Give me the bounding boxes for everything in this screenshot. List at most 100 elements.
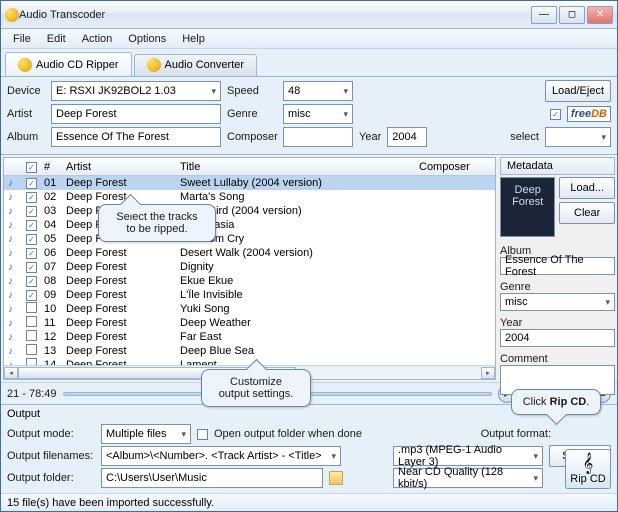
tab-cd-ripper[interactable]: Audio CD Ripper xyxy=(5,52,132,76)
year-field[interactable]: 2004 xyxy=(387,127,427,147)
music-note-icon: ♪ xyxy=(8,220,13,231)
track-title: Sweet Lullaby (2004 version) xyxy=(176,177,415,189)
menu-help[interactable]: Help xyxy=(174,31,213,47)
meta-genre-label: Genre xyxy=(500,281,615,293)
music-note-icon: ♪ xyxy=(8,248,13,259)
menu-options[interactable]: Options xyxy=(120,31,174,47)
col-artist[interactable]: Artist xyxy=(62,161,176,173)
track-check[interactable]: ✓ xyxy=(26,192,37,203)
converter-icon xyxy=(147,58,161,72)
track-num: 06 xyxy=(40,247,62,259)
table-row[interactable]: ♪12Deep ForestFar East xyxy=(4,330,495,344)
music-note-icon: ♪ xyxy=(8,304,13,315)
track-check[interactable] xyxy=(26,344,37,355)
col-num[interactable]: # xyxy=(40,161,62,173)
col-title[interactable]: Title xyxy=(176,161,415,173)
speed-combo[interactable]: 48 xyxy=(283,81,353,101)
clear-metadata-button[interactable]: Clear xyxy=(559,202,615,224)
tab-converter[interactable]: Audio Converter xyxy=(134,54,258,76)
table-row[interactable]: ♪13Deep ForestDeep Blue Sea xyxy=(4,344,495,358)
track-check[interactable]: ✓ xyxy=(26,234,37,245)
select-label: select xyxy=(510,131,539,143)
track-num: 07 xyxy=(40,261,62,273)
close-button[interactable]: ✕ xyxy=(587,6,613,24)
output-panel: Customize output settings. Click Rip CD.… xyxy=(1,404,617,493)
table-row[interactable]: ♪✓05Deep ForestFreedom Cry xyxy=(4,232,495,246)
quality-combo[interactable]: Near CD Quality (128 kbit/s) xyxy=(393,468,543,488)
meta-album-field[interactable]: Essence Of The Forest xyxy=(500,257,615,275)
scroll-left-icon[interactable]: ◂ xyxy=(4,367,18,379)
track-check[interactable]: ✓ xyxy=(26,178,37,189)
track-check[interactable]: ✓ xyxy=(26,290,37,301)
track-title: Dignity xyxy=(176,261,415,273)
table-row[interactable]: ♪✓04Deep ForestAnasthasia xyxy=(4,218,495,232)
speed-label: Speed xyxy=(227,85,277,97)
menu-edit[interactable]: Edit xyxy=(39,31,74,47)
track-artist: Deep Forest xyxy=(62,247,176,259)
track-artist: Deep Forest xyxy=(62,317,176,329)
rip-cd-button[interactable]: 𝄞 Rip CD xyxy=(565,449,611,489)
maximize-button[interactable]: ◻ xyxy=(559,6,585,24)
format-combo[interactable]: .mp3 (MPEG-1 Audio Layer 3) xyxy=(393,446,543,466)
cd-icon xyxy=(18,58,32,72)
check-all[interactable]: ✓ xyxy=(26,162,37,173)
table-row[interactable]: ♪✓08Deep ForestEkue Ekue xyxy=(4,274,495,288)
track-check[interactable] xyxy=(26,316,37,327)
load-eject-button[interactable]: Load/Eject xyxy=(545,80,611,102)
composer-field[interactable] xyxy=(283,127,353,147)
artist-field[interactable]: Deep Forest xyxy=(51,104,221,124)
col-composer[interactable]: Composer xyxy=(415,161,495,173)
music-note-icon: ♪ xyxy=(8,276,13,287)
filenames-combo[interactable]: <Album>\<Number>. <Track Artist> - <Titl… xyxy=(101,446,341,466)
track-check[interactable] xyxy=(26,302,37,313)
track-check[interactable]: ✓ xyxy=(26,262,37,273)
table-row[interactable]: ♪11Deep ForestDeep Weather xyxy=(4,316,495,330)
callout-output: Customize output settings. xyxy=(201,369,311,407)
music-note-icon: ♪ xyxy=(8,206,13,217)
table-row[interactable]: ♪✓06Deep ForestDesert Walk (2004 version… xyxy=(4,246,495,260)
track-check[interactable]: ✓ xyxy=(26,276,37,287)
meta-year-field[interactable]: 2004 xyxy=(500,329,615,347)
output-format-label: Output format: xyxy=(481,428,551,440)
menu-action[interactable]: Action xyxy=(74,31,121,47)
open-folder-check[interactable] xyxy=(197,429,208,440)
table-row[interactable]: ♪✓07Deep ForestDignity xyxy=(4,260,495,274)
track-check[interactable]: ✓ xyxy=(26,248,37,259)
scroll-right-icon[interactable]: ▸ xyxy=(481,367,495,379)
table-header: ✓ # Artist Title Composer xyxy=(4,158,495,176)
minimize-button[interactable]: — xyxy=(531,6,557,24)
album-field[interactable]: Essence Of The Forest xyxy=(51,127,221,147)
folder-field[interactable]: C:\Users\User\Music xyxy=(101,468,323,488)
table-row[interactable]: ♪✓09Deep ForestL'Île Invisible xyxy=(4,288,495,302)
device-combo[interactable]: E: RSXI JK92BOL2 1.03 xyxy=(51,81,221,101)
metadata-header: Metadata xyxy=(500,157,615,175)
menu-file[interactable]: File xyxy=(5,31,39,47)
track-title: L'Île Invisible xyxy=(176,289,415,301)
track-title: Deep Blue Sea xyxy=(176,345,415,357)
track-num: 12 xyxy=(40,331,62,343)
track-check[interactable] xyxy=(26,330,37,341)
year-label: Year xyxy=(359,131,381,143)
genre-combo[interactable]: misc xyxy=(283,104,353,124)
table-row[interactable]: ♪✓03Deep ForestNight Bird (2004 version) xyxy=(4,204,495,218)
table-row[interactable]: ♪10Deep ForestYuki Song xyxy=(4,302,495,316)
meta-genre-combo[interactable]: misc xyxy=(500,293,615,311)
table-body[interactable]: Select the tracks to be ripped. ♪✓01Deep… xyxy=(4,176,495,365)
load-metadata-button[interactable]: Load... xyxy=(559,177,615,199)
freedb-logo[interactable]: freeDB xyxy=(567,106,611,122)
table-row[interactable]: ♪✓02Deep ForestMarta's Song xyxy=(4,190,495,204)
track-check[interactable] xyxy=(26,358,37,365)
output-mode-combo[interactable]: Multiple files xyxy=(101,424,191,444)
artist-label: Artist xyxy=(7,108,45,120)
titlebar[interactable]: Audio Transcoder — ◻ ✕ xyxy=(1,1,617,29)
track-check[interactable]: ✓ xyxy=(26,220,37,231)
album-label: Album xyxy=(7,131,45,143)
track-num: 14 xyxy=(40,359,62,365)
track-check[interactable]: ✓ xyxy=(26,206,37,217)
album-cover[interactable]: Deep Forest xyxy=(500,177,555,237)
freedb-check[interactable]: ✓ xyxy=(550,109,561,120)
music-note-icon: ♪ xyxy=(8,332,13,343)
browse-folder-icon[interactable] xyxy=(329,471,343,485)
table-row[interactable]: ♪✓01Deep ForestSweet Lullaby (2004 versi… xyxy=(4,176,495,190)
select-combo[interactable] xyxy=(545,127,611,147)
